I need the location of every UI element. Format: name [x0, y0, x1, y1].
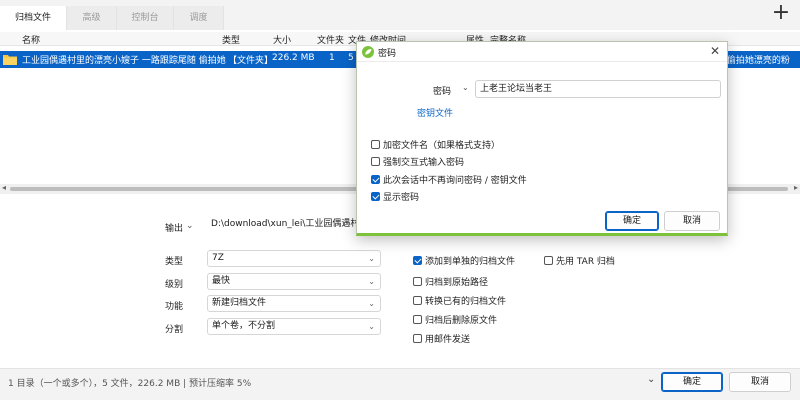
row-files: 5	[348, 53, 354, 63]
row-type: 【文件夹】	[228, 56, 274, 66]
checkbox-box[interactable]	[413, 334, 422, 343]
plus-icon[interactable]: +	[770, 2, 792, 26]
chevron-down-icon: ⌄	[368, 299, 375, 308]
checkbox-box[interactable]	[371, 157, 380, 166]
chevron-down-icon: ⌄	[368, 322, 375, 331]
remember-session-checkbox[interactable]: 此次会话中不再询问密码 / 密钥文件	[371, 173, 527, 186]
checkbox-label: 用邮件发送	[425, 335, 471, 345]
show-password-checkbox[interactable]: 显示密码	[371, 190, 419, 203]
dialog-cancel-button[interactable]: 取消	[664, 211, 720, 231]
col-folders[interactable]: 文件夹	[317, 33, 344, 46]
checkbox-label: 先用 TAR 归档	[556, 257, 615, 267]
type-select[interactable]: 7Z ⌄	[207, 250, 381, 267]
checkbox-box[interactable]	[371, 192, 380, 201]
checkbox-box[interactable]	[371, 140, 380, 149]
chevron-down-icon[interactable]: ⌄	[462, 83, 469, 92]
split-label: 分割	[165, 325, 184, 335]
password-dialog: 密码 ✕ 密码 ⌄ 上老王论坛当老王 密钥文件 加密文件名（如果格式支持） 强制…	[356, 41, 728, 236]
col-size[interactable]: 大小	[273, 33, 291, 46]
split-select[interactable]: 单个卷，不分割 ⌄	[207, 318, 381, 335]
chevron-down-icon: ⌄	[368, 254, 375, 263]
level-label: 级别	[165, 280, 184, 290]
type-label: 类型	[165, 257, 184, 267]
checkbox-box[interactable]	[371, 175, 380, 184]
leaf-icon	[362, 46, 374, 58]
checkbox-box[interactable]	[413, 315, 422, 324]
output-path-field[interactable]: D:\download\xun_lei\工业园偶遇村里	[207, 217, 357, 234]
folder-icon	[3, 55, 17, 65]
checkbox-label: 转换已有的归档文件	[425, 297, 507, 307]
scroll-right-icon[interactable]: ▸	[794, 183, 798, 192]
row-name: 工业园偶遇村里的漂亮小嫂子 一路跟踪尾随 偷拍她	[22, 56, 226, 66]
password-input[interactable]: 上老王论坛当老王	[475, 80, 721, 98]
checkbox-label: 显示密码	[383, 193, 420, 203]
separate-archive-checkbox[interactable]: 添加到单独的归档文件	[413, 254, 515, 267]
col-type[interactable]: 类型	[222, 33, 240, 46]
tab-bar: 归档文件 高级 控制台 调度 +	[0, 0, 800, 30]
password-label: 密码	[433, 87, 452, 97]
split-value: 单个卷，不分割	[212, 321, 276, 331]
tab-archive[interactable]: 归档文件	[0, 6, 67, 30]
col-name[interactable]: 名称	[22, 33, 40, 46]
checkbox-label: 此次会话中不再询问密码 / 密钥文件	[383, 176, 527, 186]
output-label: 输出	[165, 224, 184, 234]
chevron-down-icon: ⌄	[368, 277, 375, 286]
function-label: 功能	[165, 302, 184, 312]
type-value: 7Z	[212, 253, 224, 263]
checkbox-label: 归档后删除原文件	[425, 316, 498, 326]
cancel-button[interactable]: 取消	[729, 372, 791, 392]
function-value: 新建归档文件	[212, 298, 267, 308]
checkbox-box[interactable]	[413, 277, 422, 286]
checkbox-label: 强制交互式输入密码	[383, 158, 465, 168]
checkbox-label: 加密文件名（如果格式支持）	[383, 141, 501, 151]
status-bar: 1 目录（一个或多个），5 文件，226.2 MB | 预计压缩率 5% ⌄ 确…	[0, 368, 800, 400]
key-file-link[interactable]: 密钥文件	[417, 106, 453, 119]
scroll-left-icon[interactable]: ◂	[2, 183, 6, 192]
function-select[interactable]: 新建归档文件 ⌄	[207, 295, 381, 312]
tab-schedule[interactable]: 调度	[174, 6, 224, 30]
chevron-down-icon[interactable]: ⌄	[186, 221, 194, 231]
email-checkbox[interactable]: 用邮件发送	[413, 332, 470, 345]
ok-button[interactable]: 确定	[661, 372, 723, 392]
convert-archive-checkbox[interactable]: 转换已有的归档文件	[413, 294, 506, 307]
dialog-title: 密码	[378, 49, 397, 59]
level-value: 最快	[212, 276, 231, 286]
row-folders: 1	[329, 53, 335, 63]
delete-after-checkbox[interactable]: 归档后删除原文件	[413, 313, 497, 326]
tar-checkbox[interactable]: 先用 TAR 归档	[544, 254, 615, 267]
level-select[interactable]: 最快 ⌄	[207, 273, 381, 290]
checkbox-label: 添加到单独的归档文件	[425, 257, 516, 267]
checkbox-box[interactable]	[544, 256, 553, 265]
dialog-ok-button[interactable]: 确定	[605, 211, 659, 231]
dialog-title-bar[interactable]: 密码 ✕	[357, 42, 727, 62]
status-text: 1 目录（一个或多个），5 文件，226.2 MB | 预计压缩率 5%	[8, 379, 252, 389]
chevron-down-icon[interactable]: ⌄	[647, 374, 655, 385]
close-icon[interactable]: ✕	[710, 44, 720, 58]
checkbox-label: 归档到原始路径	[425, 278, 489, 288]
force-interactive-checkbox[interactable]: 强制交互式输入密码	[371, 155, 464, 168]
encrypt-filenames-checkbox[interactable]: 加密文件名（如果格式支持）	[371, 138, 500, 151]
tab-console[interactable]: 控制台	[117, 6, 174, 30]
checkbox-box[interactable]	[413, 256, 422, 265]
tab-advanced[interactable]: 高级	[67, 6, 117, 30]
row-size: 226.2 MB	[272, 53, 315, 63]
original-path-checkbox[interactable]: 归档到原始路径	[413, 275, 488, 288]
checkbox-box[interactable]	[413, 296, 422, 305]
